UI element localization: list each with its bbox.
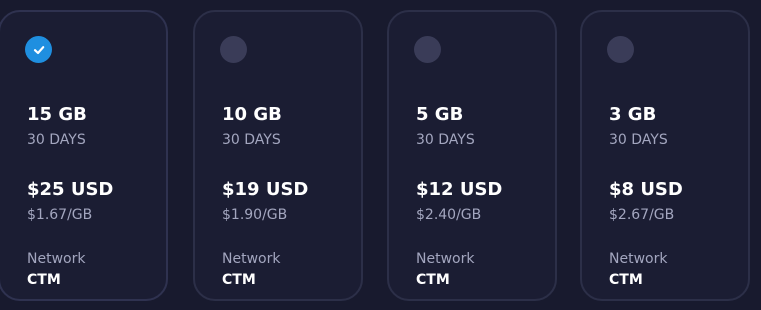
plan-price: $12 USD	[416, 179, 503, 200]
plan-network-label: Network	[222, 251, 281, 267]
checkmark-icon	[33, 45, 44, 54]
plan-network-label: Network	[416, 251, 475, 267]
plan-radio-10gb[interactable]	[220, 36, 247, 63]
plan-data-amount: 10 GB	[222, 104, 282, 125]
plan-unit-price: $1.67/GB	[27, 207, 93, 223]
plan-radio-15gb[interactable]	[25, 36, 52, 63]
plan-network-label: Network	[609, 251, 668, 267]
plan-radio-3gb[interactable]	[607, 36, 634, 63]
plan-card-10gb[interactable]: 10 GB 30 DAYS $19 USD $1.90/GB Network C…	[193, 10, 363, 301]
plan-duration: 30 DAYS	[416, 132, 475, 148]
plan-duration: 30 DAYS	[27, 132, 86, 148]
plan-unit-price: $2.67/GB	[609, 207, 675, 223]
plan-data-amount: 15 GB	[27, 104, 87, 125]
plan-network-label: Network	[27, 251, 86, 267]
plan-duration: 30 DAYS	[609, 132, 668, 148]
plan-price: $19 USD	[222, 179, 309, 200]
plan-unit-price: $2.40/GB	[416, 207, 482, 223]
plan-data-amount: 3 GB	[609, 104, 657, 125]
plan-network-value: CTM	[609, 272, 643, 288]
plan-data-amount: 5 GB	[416, 104, 464, 125]
plan-duration: 30 DAYS	[222, 132, 281, 148]
plan-network-value: CTM	[27, 272, 61, 288]
plan-card-15gb[interactable]: 15 GB 30 DAYS $25 USD $1.67/GB Network C…	[0, 10, 168, 301]
plan-radio-5gb[interactable]	[414, 36, 441, 63]
plan-list: 15 GB 30 DAYS $25 USD $1.67/GB Network C…	[0, 0, 761, 310]
plan-price: $8 USD	[609, 179, 683, 200]
plan-network-value: CTM	[222, 272, 256, 288]
plan-price: $25 USD	[27, 179, 114, 200]
plan-card-3gb[interactable]: 3 GB 30 DAYS $8 USD $2.67/GB Network CTM	[580, 10, 750, 301]
plan-network-value: CTM	[416, 272, 450, 288]
plan-card-5gb[interactable]: 5 GB 30 DAYS $12 USD $2.40/GB Network CT…	[387, 10, 557, 301]
plan-unit-price: $1.90/GB	[222, 207, 288, 223]
